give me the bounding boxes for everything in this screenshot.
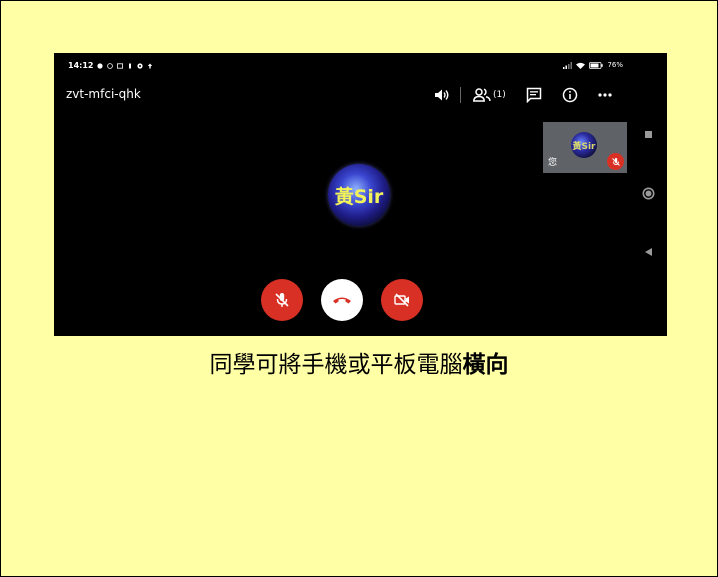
hang-up-icon (333, 297, 351, 304)
meeting-code: zvt-mfci-qhk (66, 87, 141, 101)
self-muted-badge (607, 153, 624, 170)
caption-text: 同學可將手機或平板電腦 (209, 352, 463, 378)
battery-icon (589, 61, 604, 69)
chrome-icon (137, 62, 144, 69)
mic-off-icon (611, 157, 620, 166)
caption-bold-text: 橫向 (462, 352, 509, 378)
info-icon (562, 87, 577, 103)
back-icon[interactable] (644, 247, 653, 257)
home-icon[interactable] (642, 187, 655, 200)
participant-count: (1) (493, 90, 506, 100)
chat-icon (526, 87, 541, 103)
volume-icon (435, 89, 449, 101)
image-icon (117, 62, 124, 69)
info-button[interactable] (562, 85, 578, 105)
status-bar: 14:12 76% (54, 53, 667, 77)
usb-icon (129, 63, 132, 68)
recents-icon[interactable] (644, 130, 653, 139)
whatsapp-icon (107, 62, 114, 69)
self-label: 您 (548, 158, 558, 168)
call-controls (261, 279, 423, 321)
android-nav-bar (640, 53, 667, 336)
phone-screenshot: 14:12 76% zvt-mfci-qhk (1) 黃Sir 您 黃Sir (54, 53, 667, 336)
shield-icon (97, 62, 104, 69)
more-button[interactable] (598, 85, 612, 105)
hang-up-button[interactable] (321, 279, 363, 321)
camera-off-button[interactable] (381, 279, 423, 321)
status-right: 76% (563, 61, 623, 69)
battery-percent: 76% (607, 61, 623, 69)
signal-icon (563, 61, 573, 69)
mic-off-icon (275, 293, 289, 307)
status-time: 14:12 (68, 61, 94, 70)
people-button[interactable]: (1) (473, 85, 506, 105)
self-avatar: 黃Sir (571, 132, 597, 158)
camera-off-icon (394, 293, 409, 307)
mute-mic-button[interactable] (261, 279, 303, 321)
participant-avatar: 黃Sir (328, 164, 390, 226)
chat-button[interactable] (526, 85, 542, 105)
speaker-button[interactable] (434, 85, 450, 105)
upload-icon (148, 63, 153, 68)
wifi-icon (576, 62, 586, 69)
meeting-toolbar: (1) (434, 85, 612, 105)
self-video-tile[interactable]: 黃Sir 您 (543, 122, 627, 173)
caption: 同學可將手機或平板電腦橫向 (0, 345, 718, 379)
toolbar-divider (460, 87, 461, 103)
status-left: 14:12 (68, 61, 153, 70)
people-icon (473, 88, 491, 102)
more-icon (598, 93, 612, 97)
